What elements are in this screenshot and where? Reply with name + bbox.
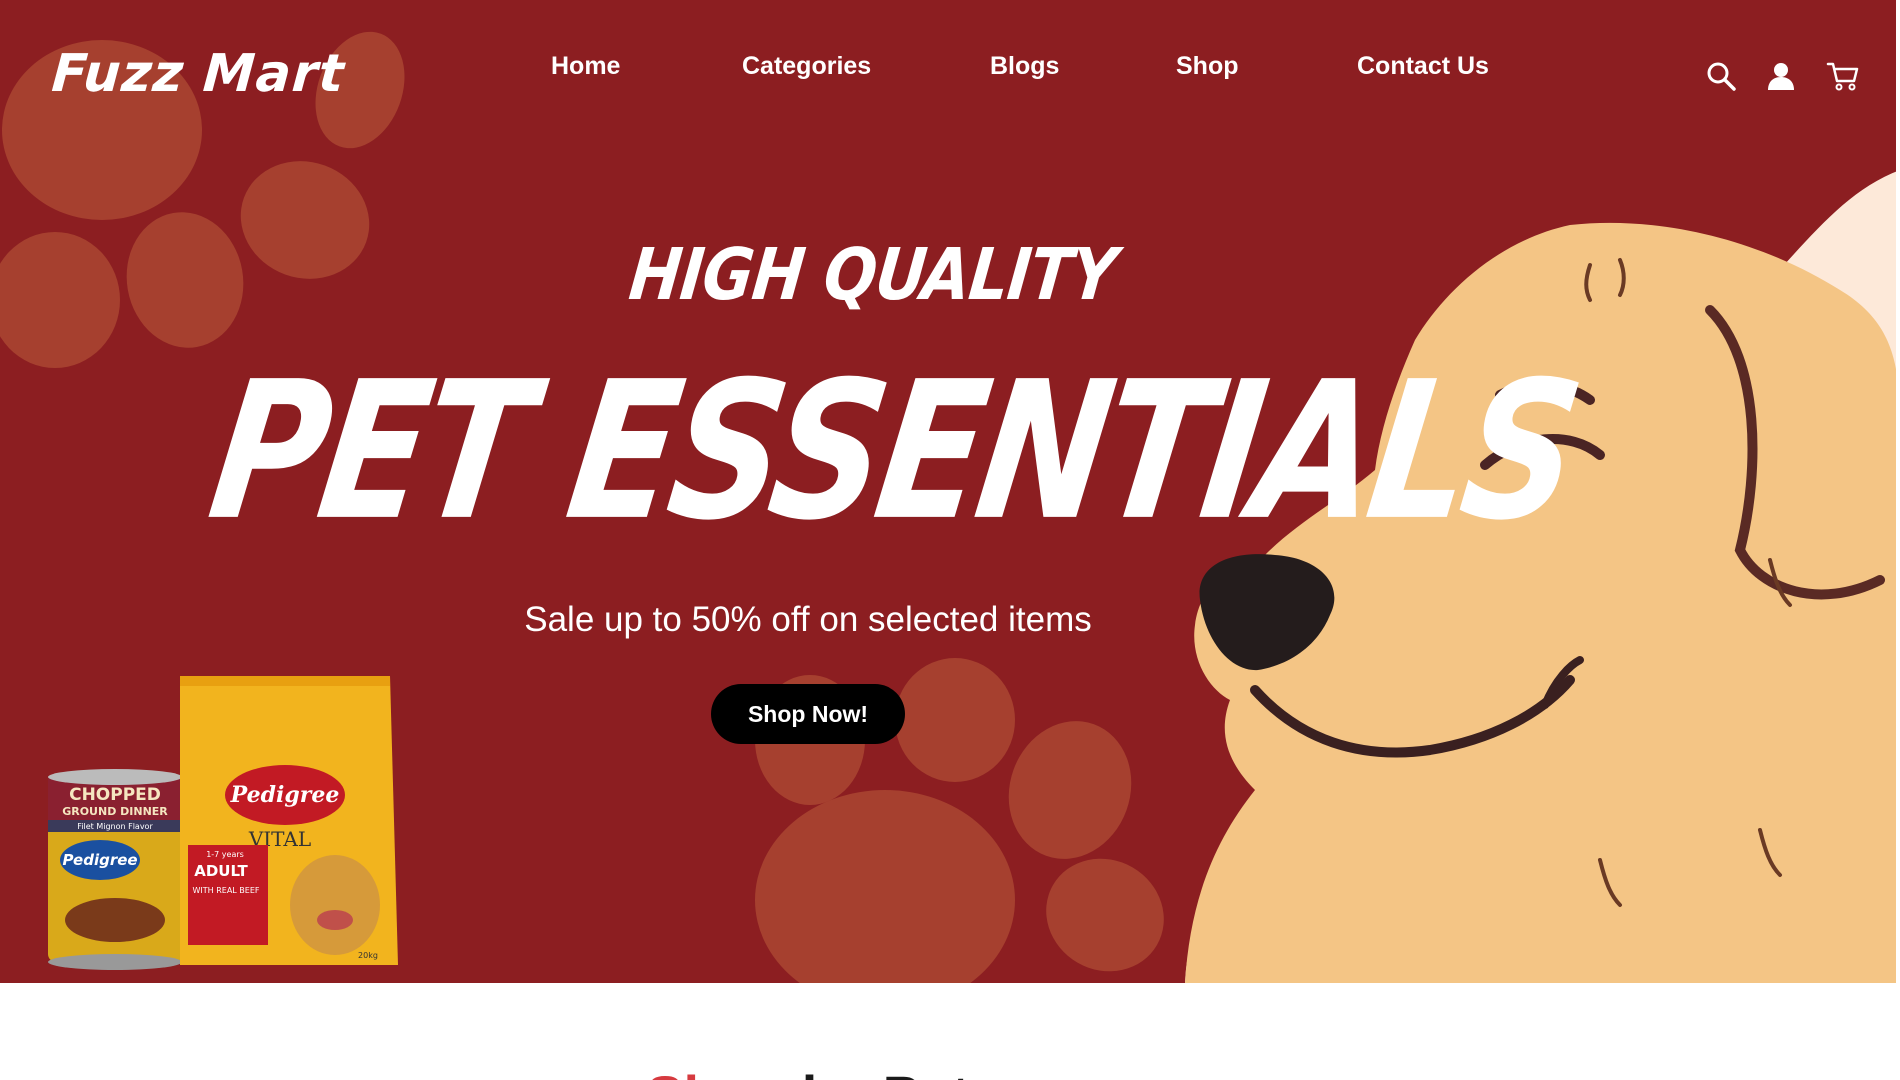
section-title: Shop by Pet — [0, 1063, 1616, 1080]
hero-subtitle: Sale up to 50% off on selected items — [524, 600, 1092, 639]
bag-weight: 20kg — [358, 951, 378, 960]
can-label-line2: GROUND DINNER — [62, 805, 168, 818]
hero-headline: PET ESSENTIALS — [198, 340, 1588, 563]
user-icon — [1768, 63, 1794, 90]
nav-item-blogs[interactable]: Blogs — [990, 52, 1059, 81]
hero-banner: CHOPPED GROUND DINNER Filet Mignon Flavo… — [0, 0, 1900, 983]
nav-item-home[interactable]: Home — [551, 52, 620, 81]
bag-age: 1-7 years — [206, 850, 244, 859]
nav-item-contact-us[interactable]: Contact Us — [1357, 52, 1489, 81]
search-icon — [1707, 62, 1736, 91]
section-title-rest: op by Pet — [718, 1064, 970, 1080]
bag-variant: ADULT — [194, 862, 248, 880]
nav-item-categories[interactable]: Categories — [742, 52, 871, 81]
cart-icon — [1826, 62, 1859, 91]
cart-button[interactable] — [1823, 56, 1863, 96]
shop-now-button[interactable]: Shop Now! — [711, 684, 905, 744]
main-nav: Home Categories Blogs Shop Contact Us — [0, 52, 1900, 92]
hero-kicker: HIGH QUALITY — [625, 232, 1120, 317]
can-brand: Pedigree — [62, 851, 137, 869]
bag-brand: Pedigree — [230, 782, 340, 808]
nav-item-shop[interactable]: Shop — [1176, 52, 1239, 81]
dog-food-can-image: CHOPPED GROUND DINNER Filet Mignon Flavo… — [48, 769, 183, 970]
account-button[interactable] — [1761, 56, 1801, 96]
dog-food-bag-image: Pedigree VITAL 1-7 years ADULT WITH REAL… — [180, 676, 398, 965]
bag-detail: WITH REAL BEEF — [193, 886, 260, 895]
search-button[interactable] — [1701, 56, 1741, 96]
can-label-line1: CHOPPED — [69, 785, 161, 805]
can-flavor: Filet Mignon Flavor — [77, 822, 153, 831]
page-edge — [1896, 0, 1900, 1080]
section-title-accent: Sh — [646, 1064, 718, 1080]
